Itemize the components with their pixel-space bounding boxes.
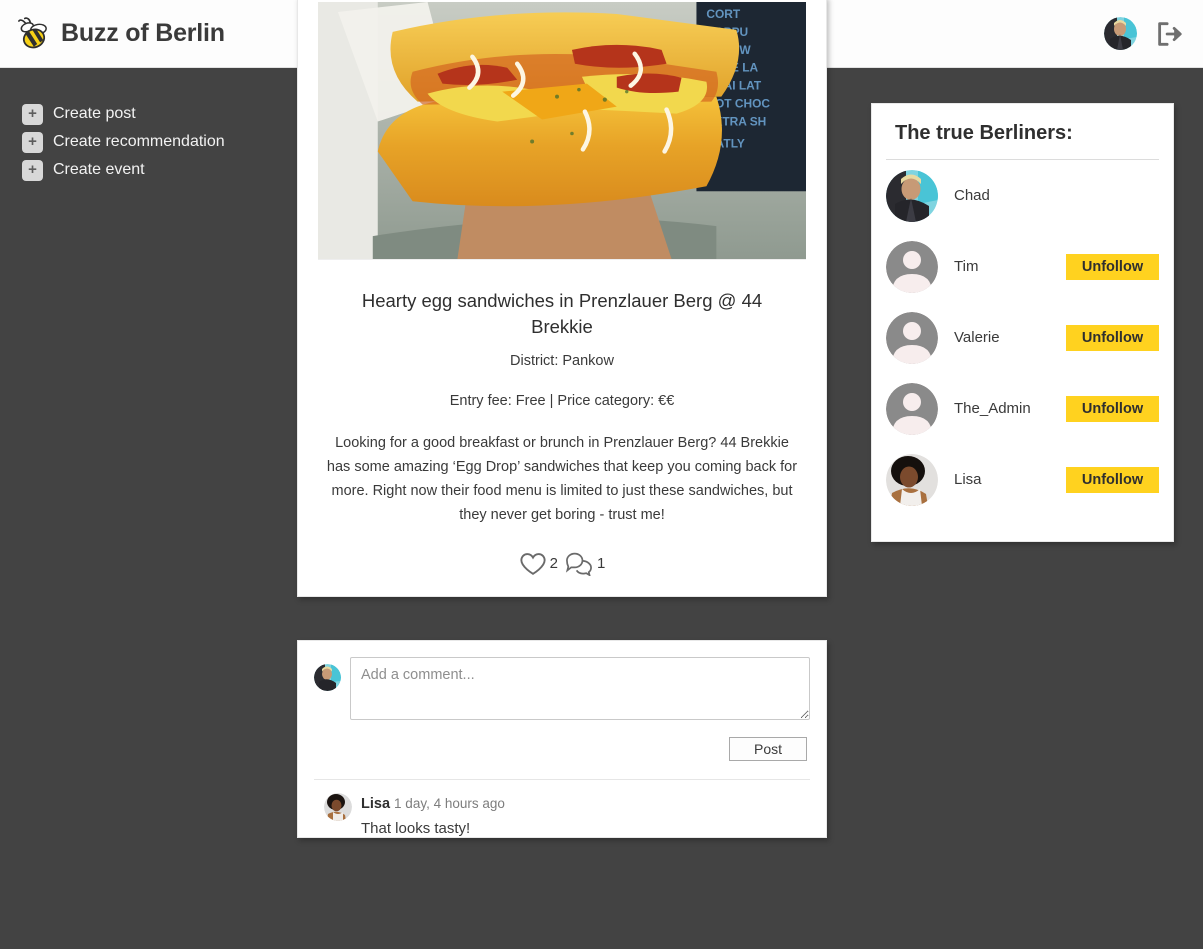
list-item: Valerie Unfollow [886,302,1159,373]
post-body: Looking for a good breakfast or brunch i… [326,435,798,523]
avatar[interactable] [886,453,938,506]
user-name: Chad [954,187,990,204]
user-name: Tim [954,258,979,275]
post-fee: Entry fee: Free | Price category: €€ [449,393,675,409]
heart-outline-icon[interactable] [519,551,547,576]
comment-author: Lisa [361,796,391,812]
bee-icon [16,16,52,51]
plus-icon: + [22,159,43,181]
list-item: Lisa Unfollow [886,444,1159,515]
user-name: Valerie [954,329,1000,346]
create-post-label: Create post [53,105,136,122]
comments-icon[interactable] [564,551,594,576]
avatar[interactable] [886,169,938,222]
list-item: Tim Unfollow [886,231,1159,302]
like-stat[interactable]: 2 [519,551,558,576]
sidebar-right: The true Berliners: Chad Tim Unfollow Va… [871,103,1174,542]
avatar[interactable] [886,311,938,364]
comment-text: That looks tasty! [361,820,471,837]
comment-card: Post Lisa 1 day, [297,640,827,838]
comment-count: 1 [597,555,606,572]
list-item: Chad [886,160,1159,231]
user-name: The_Admin [954,400,1031,417]
comment-stat[interactable]: 1 [564,551,605,576]
post-card: CORTCAPPU FLAT WCAFE LA CHAI LATHOT CHOC… [297,0,827,597]
post-comment-button[interactable]: Post [729,737,807,761]
avatar[interactable] [1104,17,1137,50]
plus-icon: + [22,131,43,153]
list-item: Lisa 1 day, 4 hours ago That looks tasty… [314,780,810,837]
main-feed: CORTCAPPU FLAT WCAFE LA CHAI LATHOT CHOC… [297,0,827,838]
avatar [324,793,352,821]
unfollow-button[interactable]: Unfollow [1066,466,1159,493]
post-image-wrap: CORTCAPPU FLAT WCAFE LA CHAI LATHOT CHOC… [298,0,826,265]
comment-input[interactable] [350,657,810,720]
brand-title: Buzz of Berlin [61,19,225,47]
post-district: District: Pankow [510,353,614,369]
avatar[interactable] [886,382,938,435]
create-event-link[interactable]: + Create event [22,156,290,184]
unfollow-button[interactable]: Unfollow [1066,253,1159,280]
brand[interactable]: Buzz of Berlin [16,16,225,51]
user-name: Lisa [954,471,982,488]
comment-body: Lisa 1 day, 4 hours ago That looks tasty… [361,793,505,837]
list-item: The_Admin Unfollow [886,373,1159,444]
sidebar-title: The true Berliners: [895,122,1073,144]
create-post-link[interactable]: + Create post [22,100,290,128]
create-recommendation-label: Create recommendation [53,133,225,150]
sidebar-left: + Create post + Create recommendation + … [0,100,290,184]
post-title: Hearty egg sandwiches in Prenzlauer Berg… [361,290,763,337]
create-event-label: Create event [53,161,145,178]
unfollow-button[interactable]: Unfollow [1066,324,1159,351]
plus-icon: + [22,103,43,125]
unfollow-button[interactable]: Unfollow [1066,395,1159,422]
comment-input-row [314,657,810,720]
comment-meta: Lisa 1 day, 4 hours ago [361,794,505,814]
header-right [1104,17,1184,50]
avatar [314,664,341,691]
post-stats: 2 1 [298,527,826,590]
create-recommendation-link[interactable]: + Create recommendation [22,128,290,156]
post-image: CORTCAPPU FLAT WCAFE LA CHAI LATHOT CHOC… [318,2,806,260]
like-count: 2 [549,555,558,572]
comment-timestamp: 1 day, 4 hours ago [394,796,505,811]
svg-text:CORT: CORT [706,7,741,21]
logout-icon[interactable] [1154,19,1184,49]
avatar[interactable] [886,240,938,293]
post-button-row: Post [314,720,810,761]
